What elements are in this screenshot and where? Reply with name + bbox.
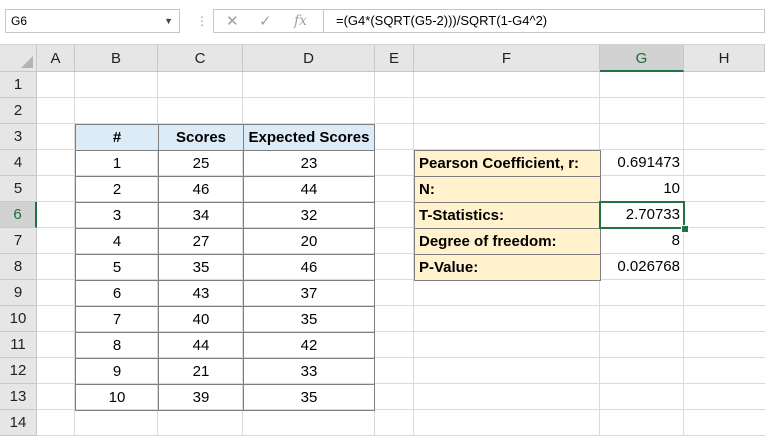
stat-value-pearson[interactable]: 0.691473 [600,150,684,176]
column-header-g[interactable]: G [600,45,684,72]
gridline [37,97,765,98]
column-header-b[interactable]: B [75,45,158,72]
row-header-9[interactable]: 9 [0,280,37,306]
column-header-h[interactable]: H [684,45,765,72]
row-header-6[interactable]: 6 [0,202,37,228]
table-cell[interactable]: 8 [75,332,159,359]
stat-label-n[interactable]: N: [414,176,601,203]
stat-label-p-value[interactable]: P-Value: [414,254,601,281]
table-cell[interactable]: 10 [75,384,159,411]
column-header-e[interactable]: E [375,45,414,72]
row-header-7[interactable]: 7 [0,228,37,254]
row-header-12[interactable]: 12 [0,358,37,384]
table-cell[interactable]: 1 [75,150,159,177]
select-all-icon [21,56,33,68]
table-cell[interactable]: 33 [243,358,375,385]
table-cell[interactable]: 42 [243,332,375,359]
table-cell[interactable]: 25 [158,150,244,177]
row-header-2[interactable]: 2 [0,98,37,124]
table-cell[interactable]: 44 [158,332,244,359]
table-cell[interactable]: 20 [243,228,375,255]
table-cell[interactable]: 9 [75,358,159,385]
stat-label-t-statistics[interactable]: T-Statistics: [414,202,601,229]
fill-handle[interactable] [681,225,689,233]
select-all-button[interactable] [0,45,37,72]
row-header-5[interactable]: 5 [0,176,37,202]
stat-value-p-value[interactable]: 0.026768 [600,254,684,280]
stat-value-n[interactable]: 10 [600,176,684,202]
table-cell[interactable]: 35 [158,254,244,281]
row-header-8[interactable]: 8 [0,254,37,280]
name-box-value: G6 [11,14,28,28]
table-cell[interactable]: 7 [75,306,159,333]
cancel-icon[interactable]: ✕ [226,12,239,30]
insert-function-icon[interactable]: fx [294,13,307,29]
active-cell-selection[interactable] [599,201,685,229]
table-cell[interactable]: 27 [158,228,244,255]
row-header-4[interactable]: 4 [0,150,37,176]
table-cell[interactable]: 46 [243,254,375,281]
row-header-14[interactable]: 14 [0,410,37,436]
table-cell[interactable]: 3 [75,202,159,229]
formula-buttons: ✕ ✓ fx [213,9,323,33]
stat-label-pearson[interactable]: Pearson Coefficient, r: [414,150,601,177]
table-cell[interactable]: 32 [243,202,375,229]
formula-input[interactable]: =(G4*(SQRT(G5-2)))/SQRT(1-G4^2) [323,9,765,33]
table-cell[interactable]: 43 [158,280,244,307]
table-header-number[interactable]: # [75,124,159,151]
row-header-11[interactable]: 11 [0,332,37,358]
formula-bar-area: G6 ▼ ⋮ ✕ ✓ fx =(G4*(SQRT(G5-2)))/SQRT(1-… [0,0,765,45]
table-cell[interactable]: 23 [243,150,375,177]
row-header-10[interactable]: 10 [0,306,37,332]
column-header-a[interactable]: A [37,45,75,72]
column-header-c[interactable]: C [158,45,243,72]
table-cell[interactable]: 44 [243,176,375,203]
table-cell[interactable]: 46 [158,176,244,203]
table-cell[interactable]: 40 [158,306,244,333]
more-options-icon: ⋮ [196,14,208,28]
stat-label-degree-of-freedom[interactable]: Degree of freedom: [414,228,601,255]
table-cell[interactable]: 21 [158,358,244,385]
enter-icon[interactable]: ✓ [259,12,272,30]
column-header-f[interactable]: F [414,45,600,72]
chevron-down-icon[interactable]: ▼ [164,10,173,32]
table-cell[interactable]: 5 [75,254,159,281]
table-cell[interactable]: 35 [243,306,375,333]
row-header-1[interactable]: 1 [0,72,37,98]
row-header-13[interactable]: 13 [0,384,37,410]
table-cell[interactable]: 2 [75,176,159,203]
table-cell[interactable]: 6 [75,280,159,307]
stat-value-degree-of-freedom[interactable]: 8 [600,228,684,254]
table-cell[interactable]: 34 [158,202,244,229]
name-box[interactable]: G6 ▼ [5,9,180,33]
table-header-expected-scores[interactable]: Expected Scores [243,124,375,151]
table-cell[interactable]: 39 [158,384,244,411]
table-header-scores[interactable]: Scores [158,124,244,151]
spreadsheet-grid: A B C D E F G H 1 2 3 4 5 6 7 8 9 10 11 … [0,45,765,436]
table-cell[interactable]: 37 [243,280,375,307]
table-cell[interactable]: 4 [75,228,159,255]
column-header-d[interactable]: D [243,45,375,72]
table-cell[interactable]: 35 [243,384,375,411]
row-header-3[interactable]: 3 [0,124,37,150]
